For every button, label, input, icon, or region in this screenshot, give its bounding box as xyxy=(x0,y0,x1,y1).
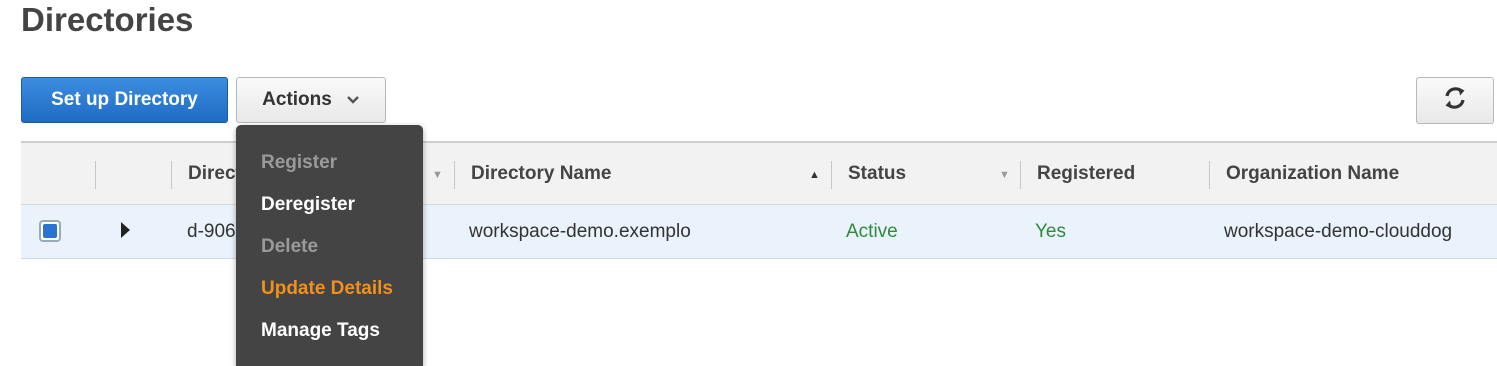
actions-button[interactable]: Actions xyxy=(236,77,386,123)
menu-item-manage-tags[interactable]: Manage Tags xyxy=(261,320,380,342)
refresh-button[interactable] xyxy=(1416,77,1494,124)
actions-label: Actions xyxy=(262,89,332,110)
actions-dropdown-menu: Register Deregister Delete Update Detail… xyxy=(236,125,423,366)
sort-caret-icon[interactable]: ▼ xyxy=(432,169,443,181)
column-header-organization-name[interactable]: Organization Name xyxy=(1226,143,1399,205)
menu-item-delete[interactable]: Delete xyxy=(261,236,318,258)
setup-directory-button[interactable]: Set up Directory xyxy=(21,77,228,123)
cell-registered: Yes xyxy=(1035,220,1066,242)
column-header-status[interactable]: Status xyxy=(848,143,906,205)
page-title: Directories xyxy=(21,1,194,38)
column-header-registered[interactable]: Registered xyxy=(1037,143,1135,205)
cell-organization-name: workspace-demo-clouddog xyxy=(1224,220,1453,242)
column-separator xyxy=(1020,161,1021,189)
chevron-down-icon xyxy=(346,89,360,111)
cell-status: Active xyxy=(846,220,898,242)
menu-item-deregister[interactable]: Deregister xyxy=(261,194,355,216)
column-separator xyxy=(454,161,455,189)
cell-directory-name: workspace-demo.exemplo xyxy=(469,220,691,242)
caret-right-icon[interactable] xyxy=(121,222,130,238)
sort-caret-icon[interactable]: ▼ xyxy=(999,169,1010,181)
menu-item-update-details[interactable]: Update Details xyxy=(261,278,393,300)
column-separator xyxy=(1209,161,1210,189)
column-separator xyxy=(171,161,172,189)
refresh-icon xyxy=(1440,83,1470,118)
sort-ascending-icon[interactable]: ▲ xyxy=(809,169,820,181)
setup-directory-label: Set up Directory xyxy=(51,89,198,110)
checkbox-checked-mark xyxy=(43,224,57,238)
cell-directory-id: d-906 xyxy=(187,220,236,242)
column-separator xyxy=(831,161,832,189)
menu-item-register[interactable]: Register xyxy=(261,152,337,174)
column-header-directory-name[interactable]: Directory Name xyxy=(471,143,611,205)
row-checkbox[interactable] xyxy=(39,220,61,242)
column-separator xyxy=(95,161,96,189)
